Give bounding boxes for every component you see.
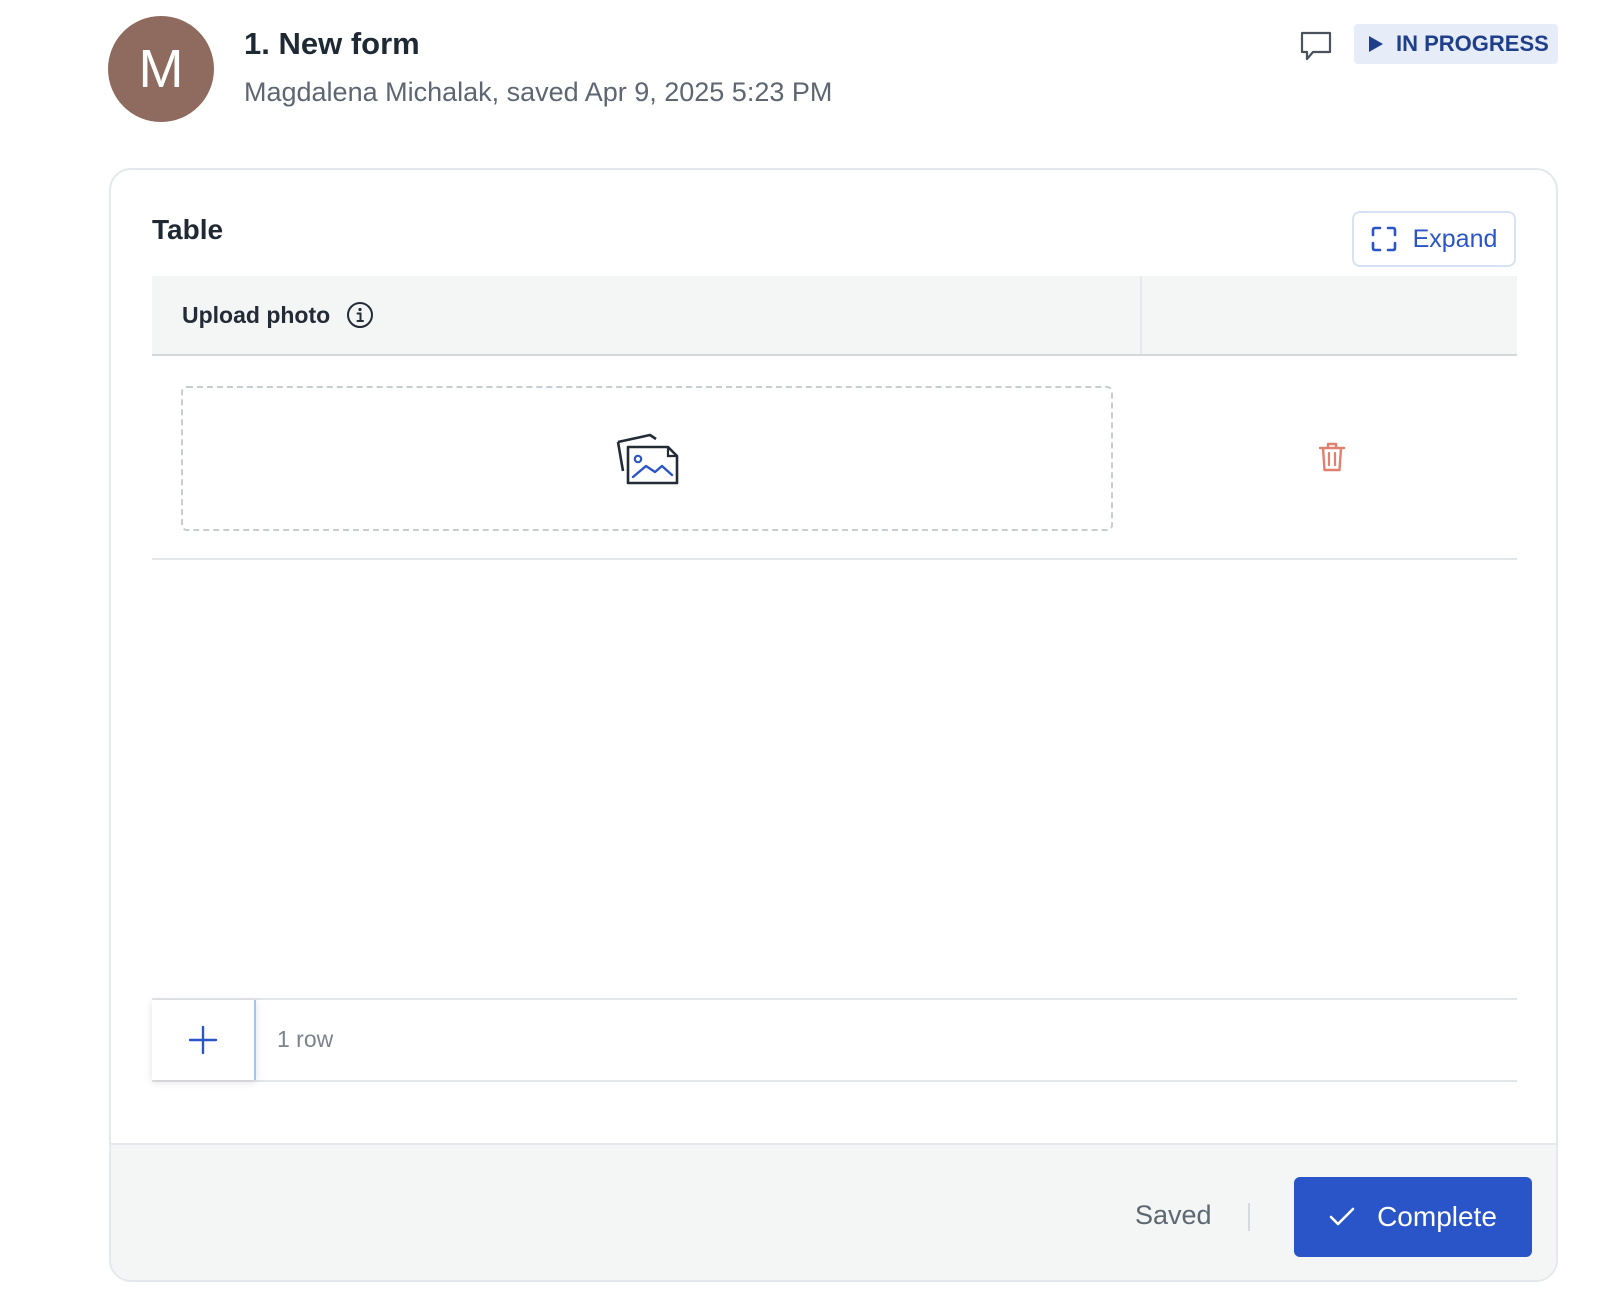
plus-icon xyxy=(188,1025,218,1055)
column-header-upload-photo: Upload photo xyxy=(152,276,1142,354)
complete-button[interactable]: Complete xyxy=(1294,1177,1532,1257)
expand-label: Expand xyxy=(1412,224,1498,253)
expand-icon xyxy=(1371,226,1396,252)
footer-divider xyxy=(1248,1203,1250,1231)
column-header-actions xyxy=(1142,276,1517,354)
avatar: M xyxy=(108,16,214,122)
play-icon xyxy=(1369,36,1383,52)
form-subtitle: Magdalena Michalak, saved Apr 9, 2025 5:… xyxy=(244,77,833,107)
comment-icon xyxy=(1300,31,1332,61)
expand-button[interactable]: Expand xyxy=(1352,211,1516,267)
table-row xyxy=(152,356,1517,560)
column-label: Upload photo xyxy=(182,301,331,328)
check-icon xyxy=(1329,1207,1355,1226)
section-title: Table xyxy=(152,214,224,245)
form-card: Table Expand Upload photo 1 row Saved Co… xyxy=(109,168,1558,1282)
photo-upload-dropzone[interactable] xyxy=(181,386,1113,531)
delete-row-button[interactable] xyxy=(1317,440,1347,474)
saved-status: Saved xyxy=(1135,1200,1212,1230)
table-header: Upload photo xyxy=(152,276,1517,356)
row-count: 1 row xyxy=(277,1026,334,1052)
table-footer: 1 row xyxy=(152,998,1517,1082)
form-title: 1. New form xyxy=(244,26,420,61)
status-label: IN PROGRESS xyxy=(1396,31,1549,56)
add-row-button[interactable] xyxy=(152,1000,256,1080)
complete-label: Complete xyxy=(1377,1201,1497,1232)
trash-icon xyxy=(1318,442,1346,472)
form-header: M 1. New form Magdalena Michalak, saved … xyxy=(108,16,1558,126)
status-badge: IN PROGRESS xyxy=(1354,24,1558,64)
comment-button[interactable] xyxy=(1299,29,1333,63)
card-footer: Saved Complete xyxy=(111,1143,1556,1280)
image-upload-icon xyxy=(616,433,679,484)
info-icon[interactable] xyxy=(346,301,374,329)
